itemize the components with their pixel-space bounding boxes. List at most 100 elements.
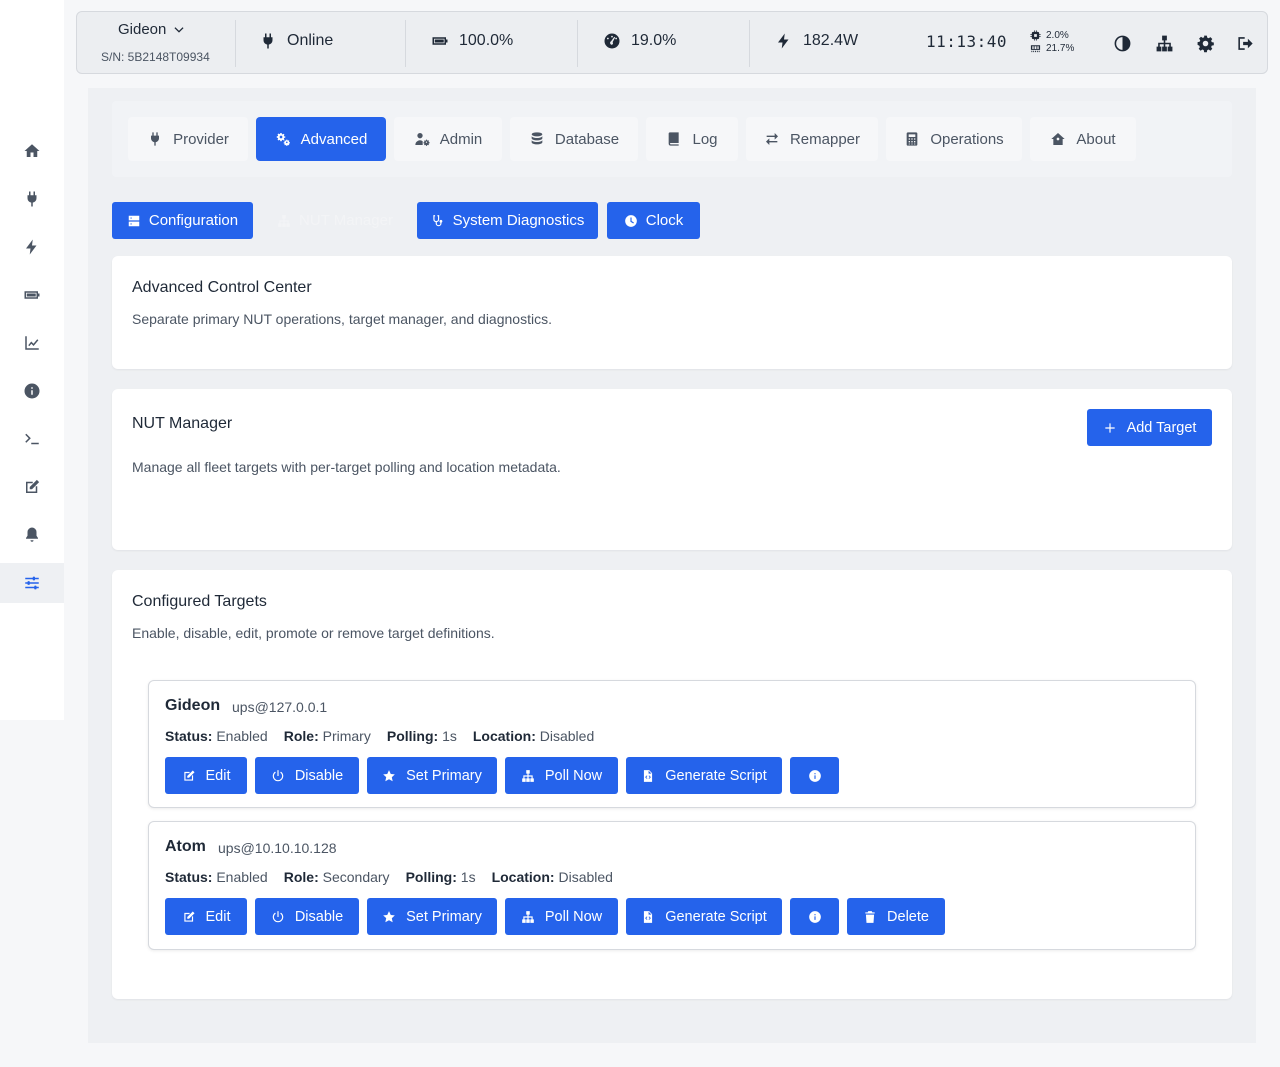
clock-icon — [624, 214, 637, 227]
disable-button[interactable]: Disable — [255, 757, 359, 794]
tab-label: About — [1076, 130, 1116, 148]
theme-toggle-button[interactable] — [1111, 32, 1133, 54]
contrast-icon — [1114, 35, 1130, 51]
status-text: Online — [287, 32, 334, 49]
plug-icon — [263, 33, 273, 49]
sidebar-item-power[interactable] — [0, 227, 64, 267]
sidebar-item-settings[interactable] — [0, 563, 64, 603]
button-label: Poll Now — [544, 767, 603, 784]
tab-admin[interactable]: Admin — [394, 117, 502, 161]
target-polling: Polling: 1s — [406, 869, 476, 885]
calculator-icon — [906, 132, 918, 146]
info-circle-icon — [808, 910, 821, 923]
tab-bar: Provider Advanced Admin Database Log Rem… — [112, 101, 1232, 177]
target-role: Role: Secondary — [284, 869, 390, 885]
plug-icon — [151, 132, 160, 146]
add-target-button[interactable]: Add Target — [1087, 409, 1212, 446]
target-name: Atom — [165, 838, 206, 855]
edit-button[interactable]: Edit — [165, 898, 247, 935]
sliders-icon — [25, 576, 39, 590]
meta-value: Enabled — [216, 728, 268, 744]
sidebar-item-home[interactable] — [0, 131, 64, 171]
info-button[interactable] — [790, 898, 839, 935]
target-polling: Polling: 1s — [387, 728, 457, 744]
tab-operations[interactable]: Operations — [886, 117, 1022, 161]
tab-remapper[interactable]: Remapper — [746, 117, 878, 161]
edit-icon — [183, 910, 195, 922]
microchip-icon — [1030, 30, 1041, 41]
meta-label: Location: — [472, 728, 536, 744]
tab-label: Operations — [930, 130, 1004, 148]
tab-label: Admin — [439, 130, 483, 148]
house-icon — [1051, 133, 1066, 145]
sidebar-item-terminal[interactable] — [0, 419, 64, 459]
subtab-clock[interactable]: Clock — [607, 202, 700, 239]
target-address: ups@10.10.10.128 — [218, 840, 337, 856]
database-icon — [531, 132, 543, 145]
sidebar-item-battery[interactable] — [0, 275, 64, 315]
subtab-nut-manager[interactable]: NUT Manager — [269, 202, 401, 239]
sidebar-item-notifications[interactable] — [0, 515, 64, 555]
network-button[interactable] — [1153, 32, 1175, 54]
sign-out-icon — [1237, 36, 1253, 50]
delete-button[interactable]: Delete — [847, 898, 945, 935]
button-label: Disable — [294, 908, 344, 925]
info-button[interactable] — [790, 757, 839, 794]
divider — [405, 20, 406, 67]
status-header: Gideon S/N: 5B2148T09934 Online 100.0% 1… — [76, 11, 1268, 74]
target-role: Role: Primary — [284, 728, 371, 744]
poll-now-button[interactable]: Poll Now — [505, 898, 618, 935]
meta-label: Polling: — [386, 728, 439, 744]
bell-icon — [26, 527, 38, 542]
tab-advanced[interactable]: Advanced — [256, 117, 386, 161]
device-dropdown[interactable]: Gideon — [118, 21, 186, 38]
meta-value: Disabled — [558, 869, 613, 885]
network-icon — [522, 769, 534, 782]
button-label: Set Primary — [406, 767, 482, 784]
button-label: Generate Script — [665, 908, 767, 925]
memory-icon — [1030, 45, 1041, 53]
device-selector: Gideon S/N: 5B2148T09934 — [77, 12, 235, 75]
generate-script-button[interactable]: Generate Script — [626, 898, 782, 935]
card-title: Advanced Control Center — [132, 279, 312, 296]
main-panel: Provider Advanced Admin Database Log Rem… — [88, 88, 1256, 1043]
target-meta: Status: Enabled Role: Secondary Polling:… — [165, 869, 613, 885]
set-primary-button[interactable]: Set Primary — [367, 898, 497, 935]
set-primary-button[interactable]: Set Primary — [367, 757, 497, 794]
battery-value: 100.0% — [459, 32, 514, 49]
subtab-system-diagnostics[interactable]: System Diagnostics — [417, 202, 598, 239]
cogs-icon — [276, 133, 290, 146]
file-code-icon — [644, 769, 653, 782]
tab-database[interactable]: Database — [510, 117, 638, 161]
disable-button[interactable]: Disable — [255, 898, 359, 935]
tab-label: Advanced — [300, 130, 368, 148]
button-label: Disable — [294, 767, 344, 784]
sidebar-item-edit[interactable] — [0, 467, 64, 507]
gear-icon — [1197, 35, 1214, 52]
button-label: Add Target — [1126, 419, 1197, 436]
generate-script-button[interactable]: Generate Script — [626, 757, 782, 794]
sidebar-item-charts[interactable] — [0, 323, 64, 363]
logout-button[interactable] — [1234, 32, 1256, 54]
tab-label: Log — [692, 130, 718, 148]
tab-about[interactable]: About — [1030, 117, 1136, 161]
meta-value: Enabled — [216, 869, 268, 885]
subtab-configuration[interactable]: Configuration — [112, 202, 253, 239]
meta-label: Status: — [165, 728, 213, 744]
server-icon — [128, 215, 140, 226]
configured-targets-card: Configured Targets Enable, disable, edit… — [112, 570, 1232, 999]
memory-value: 21.7% — [1046, 43, 1075, 54]
network-icon — [522, 910, 534, 923]
file-code-icon — [644, 910, 653, 923]
edit-button[interactable]: Edit — [165, 757, 247, 794]
poll-now-button[interactable]: Poll Now — [505, 757, 618, 794]
settings-button[interactable] — [1194, 32, 1216, 54]
tab-provider[interactable]: Provider — [128, 117, 248, 161]
star-icon — [383, 769, 395, 781]
battery-icon — [24, 291, 40, 299]
tab-log[interactable]: Log — [646, 117, 738, 161]
chevron-down-icon — [174, 26, 184, 33]
home-icon — [24, 144, 40, 157]
sidebar-item-provider[interactable] — [0, 179, 64, 219]
sidebar-item-info[interactable] — [0, 371, 64, 411]
